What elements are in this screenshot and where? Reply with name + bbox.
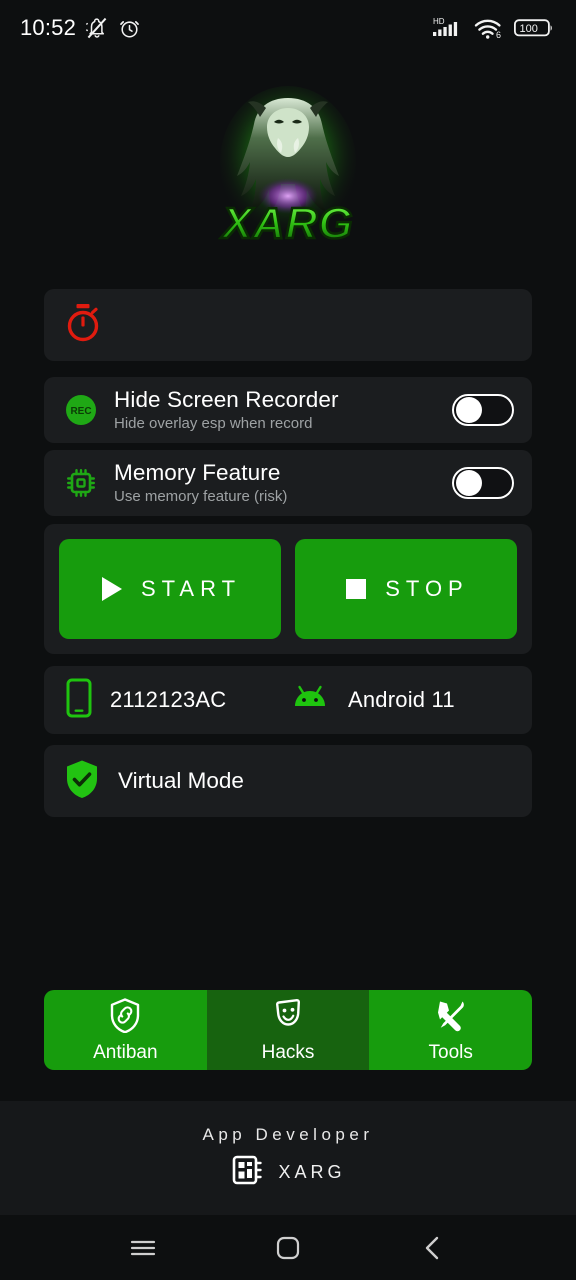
footer-developer-name: XARG [278, 1161, 346, 1182]
home-square-icon[interactable] [260, 1220, 316, 1276]
device-os-group: Android 11 [284, 683, 455, 718]
shield-link-icon [108, 997, 142, 1038]
hd-label: HD [433, 17, 445, 26]
switch-knob [456, 397, 482, 423]
start-button[interactable]: START [59, 539, 281, 639]
tab-tools-label: Tools [428, 1041, 473, 1063]
tab-antiban-label: Antiban [93, 1041, 158, 1063]
start-button-label: START [140, 576, 242, 601]
app-logo: XARG [0, 74, 576, 259]
menu-icon[interactable] [115, 1220, 171, 1276]
device-os: Android 11 [348, 687, 455, 712]
svg-text:REC: REC [70, 406, 91, 417]
smartphone-icon [64, 677, 94, 724]
app-footer: App Developer XARG [0, 1101, 576, 1215]
footer-developer: XARG [230, 1153, 345, 1192]
tab-tools[interactable]: Tools [369, 990, 532, 1070]
tab-antiban[interactable]: Antiban [44, 990, 207, 1070]
stop-square-icon [343, 575, 369, 603]
app-screen: 10:52 HD 6 100 XARG REC Hide Screen Reco… [0, 0, 576, 1280]
back-chevron-icon[interactable] [405, 1220, 461, 1276]
battery-icon: 100 [514, 17, 554, 39]
memory-chip-icon [64, 466, 108, 500]
android-nav-bar [0, 1216, 576, 1280]
device-model: 2112123AC [110, 687, 227, 712]
status-bar-right: HD 6 100 [432, 15, 554, 41]
rec-icon: REC [64, 393, 108, 427]
action-card: START STOP [44, 524, 532, 654]
shield-check-icon [64, 758, 100, 805]
bottom-tab-bar: Antiban Hacks Tools [44, 990, 532, 1070]
toggle-title: Memory Feature [114, 460, 281, 485]
battery-level-label: 100 [520, 23, 538, 35]
wifi-generation-label: 6 [496, 30, 501, 40]
toggle-subtitle: Use memory feature (risk) [114, 488, 288, 505]
virtual-mode-label: Virtual Mode [118, 768, 244, 793]
timer-card[interactable] [44, 289, 532, 361]
svg-text:XARG: XARG [219, 199, 353, 248]
status-bar-left: 10:52 [20, 15, 141, 41]
alarm-clock-icon [118, 17, 141, 40]
chip-icon [230, 1153, 264, 1192]
xarg-logo: XARG [204, 78, 372, 256]
theater-mask-icon [271, 997, 305, 1038]
toggle-row-memory-feature[interactable]: Memory Feature Use memory feature (risk) [44, 450, 532, 516]
wrench-screwdriver-icon [433, 997, 469, 1038]
hide-screen-recorder-switch[interactable] [452, 394, 514, 426]
switch-knob [456, 470, 482, 496]
stop-button[interactable]: STOP [295, 539, 517, 639]
footer-title: App Developer [202, 1124, 374, 1144]
toggle-row-texts: Memory Feature Use memory feature (risk) [108, 460, 452, 506]
bell-mute-icon [85, 16, 109, 40]
toggle-row-hide-screen-recorder[interactable]: REC Hide Screen Recorder Hide overlay es… [44, 377, 532, 443]
toggle-title: Hide Screen Recorder [114, 387, 339, 412]
device-info-card: 2112123AC Android 11 [44, 666, 532, 734]
android-robot-icon [288, 683, 332, 718]
tab-hacks[interactable]: Hacks [206, 990, 370, 1070]
wifi-icon: 6 [474, 16, 504, 40]
play-icon [99, 575, 125, 603]
toggle-row-texts: Hide Screen Recorder Hide overlay esp wh… [108, 387, 452, 433]
device-model-group: 2112123AC [44, 677, 284, 724]
status-bar-clock: 10:52 [20, 15, 77, 40]
stopwatch-icon [64, 302, 102, 349]
xarg-wordmark: XARG [218, 197, 354, 249]
toggle-subtitle: Hide overlay esp when record [114, 415, 313, 432]
virtual-mode-card[interactable]: Virtual Mode [44, 745, 532, 817]
cellular-signal-icon: HD [432, 15, 464, 41]
tab-hacks-label: Hacks [261, 1041, 315, 1063]
stop-button-label: STOP [385, 576, 469, 601]
status-bar: 10:52 HD 6 100 [0, 0, 576, 56]
memory-feature-switch[interactable] [452, 467, 514, 499]
